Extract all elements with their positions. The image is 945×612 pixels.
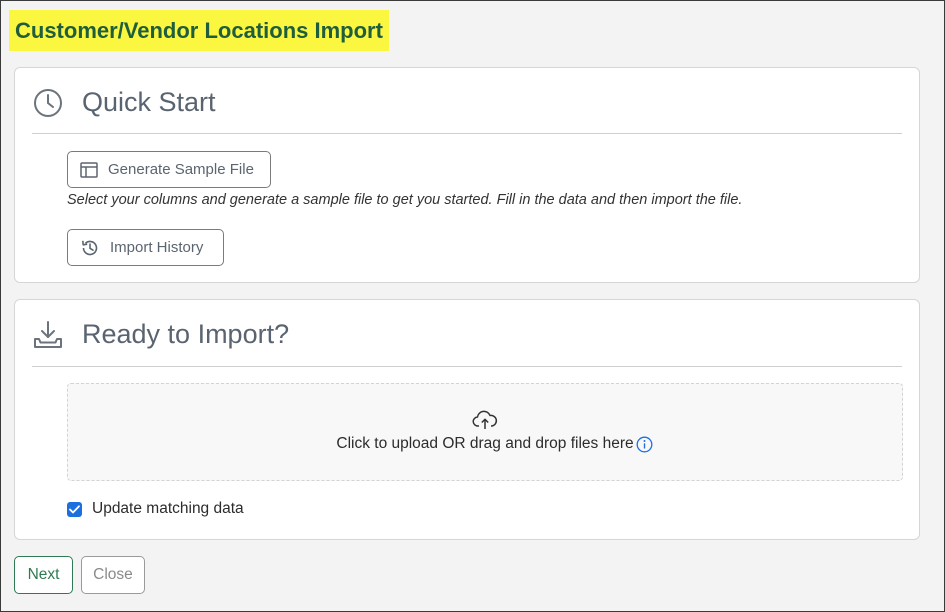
clock-icon	[34, 89, 62, 117]
import-history-label: Import History	[110, 239, 204, 256]
generate-sample-file-button[interactable]: Generate Sample File	[67, 151, 271, 188]
ready-to-import-title: Ready to Import?	[82, 319, 290, 349]
update-matching-row: Update matching data	[67, 500, 244, 518]
quick-start-help-text: Select your columns and generate a sampl…	[67, 192, 743, 208]
dropzone-text: Click to upload OR drag and drop files h…	[336, 435, 634, 452]
next-button[interactable]: Next	[14, 556, 73, 594]
ready-to-import-card: Ready to Import? Click to upload OR drag…	[14, 299, 920, 540]
quick-start-card: Quick Start Generate Sample File Select …	[14, 67, 920, 283]
history-icon	[82, 240, 98, 255]
close-button[interactable]: Close	[81, 556, 145, 594]
download-tray-icon	[34, 321, 62, 348]
page-title: Customer/Vendor Locations Import	[9, 10, 389, 51]
app-frame: Customer/Vendor Locations Import Quick S…	[0, 0, 945, 612]
import-history-button[interactable]: Import History	[67, 229, 224, 266]
update-matching-checkbox[interactable]	[67, 501, 82, 517]
quick-start-title: Quick Start	[82, 87, 216, 117]
generate-sample-file-label: Generate Sample File	[108, 161, 254, 178]
cloud-upload-icon	[472, 410, 498, 429]
quick-start-header: Quick Start	[32, 68, 902, 134]
update-matching-label: Update matching data	[92, 500, 244, 517]
info-icon[interactable]	[636, 436, 653, 453]
table-icon	[80, 161, 98, 178]
ready-to-import-header: Ready to Import?	[32, 300, 902, 367]
checkmark-icon	[69, 504, 80, 513]
file-dropzone[interactable]: Click to upload OR drag and drop files h…	[67, 383, 903, 481]
